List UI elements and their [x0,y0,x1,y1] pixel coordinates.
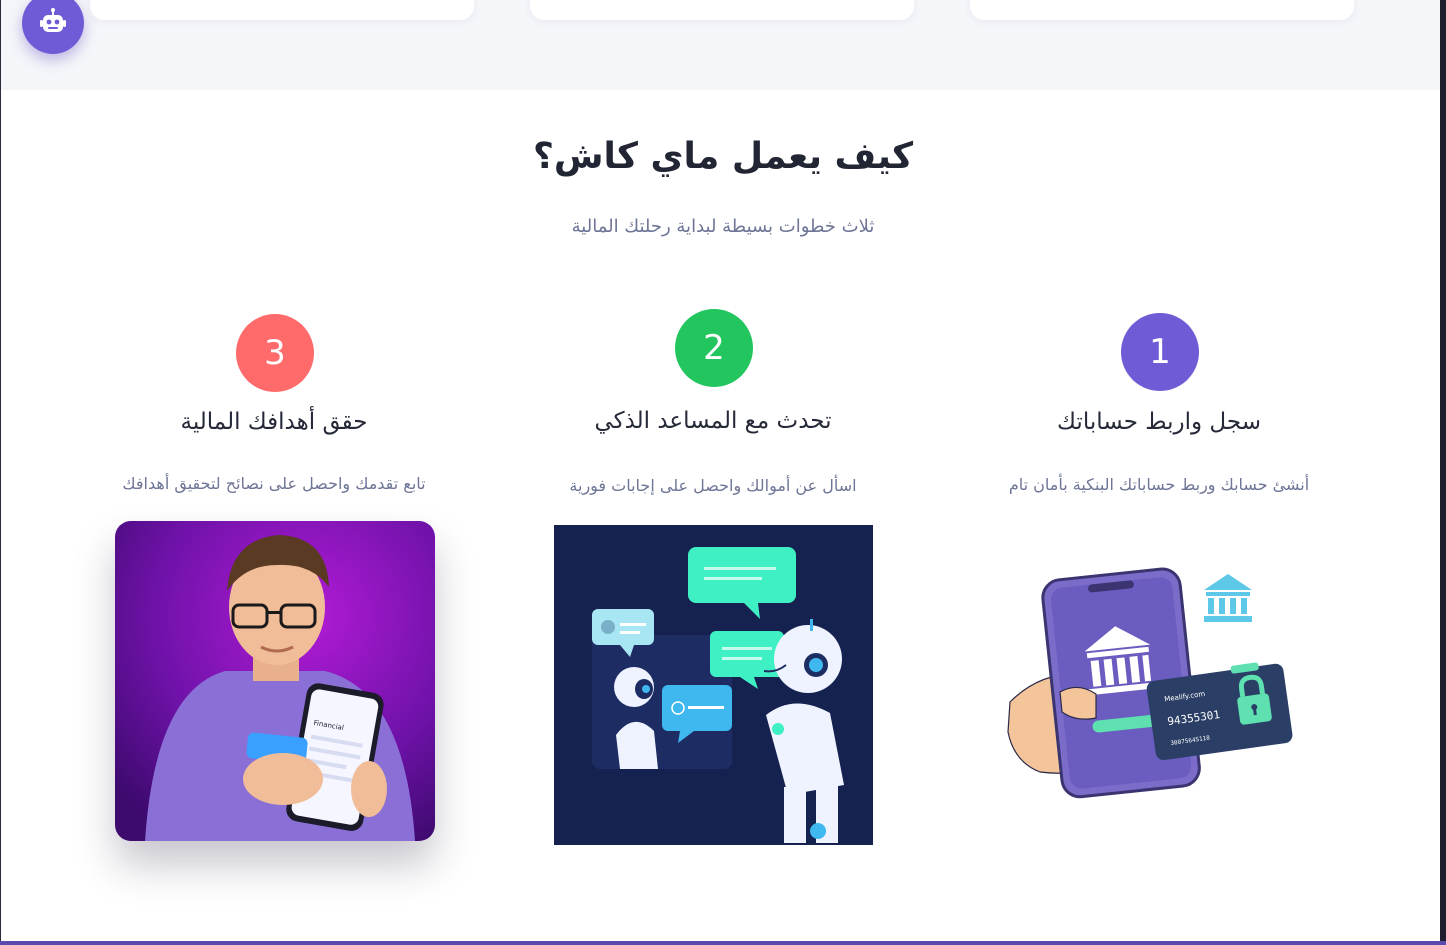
step-2-illustration [554,525,873,845]
robot-icon [40,8,66,32]
step-1-description: أنشئ حسابك وربط حساباتك البنكية بأمان تا… [1008,475,1310,494]
step-2-title: تحدث مع المساعد الذكي [594,408,832,434]
section-title: كيف يعمل ماي كاش؟ [532,136,914,177]
footer-divider [0,941,1446,945]
step-1-illustration: Mealify.com 94355301 3007564S118 [1000,522,1320,842]
features-band [0,0,1446,90]
step-2-number-badge: 2 [675,309,753,387]
how-it-works-page: كيف يعمل ماي كاش؟ ثلاث خطوات بسيطة لبداي… [0,0,1446,945]
step-3-description: تابع تقدمك واحصل على نصائح لتحقيق أهدافك [122,474,426,493]
step-3-photo: Financial [115,521,435,841]
feature-card [90,0,474,20]
feature-card [970,0,1354,20]
step-3-title: حقق أهدافك المالية [180,409,368,435]
step-1-number-badge: 1 [1121,313,1199,391]
section-subtitle: ثلاث خطوات بسيطة لبداية رحلتك المالية [571,216,875,237]
step-3-number-badge: 3 [236,314,314,392]
step-1-title: سجل واربط حساباتك [1057,409,1261,435]
step-2-description: اسأل عن أموالك واحصل على إجابات فورية [569,476,857,495]
feature-card [530,0,914,20]
